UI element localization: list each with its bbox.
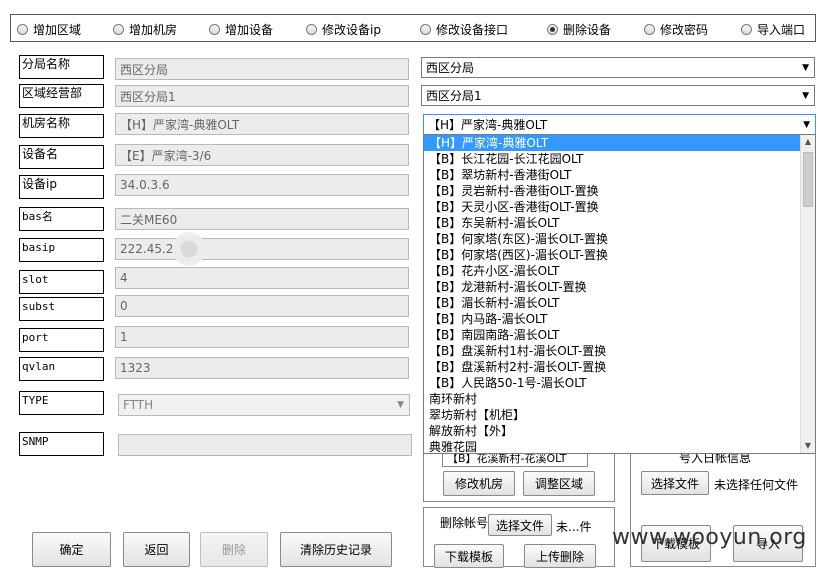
watermark-text: www.wooyun.org [612, 525, 807, 550]
dropdown-option[interactable]: 【B】天灵小区-香港街OLT-置换 [424, 199, 815, 215]
radio-add-device[interactable]: 增加设备 [209, 21, 273, 37]
dropdown-option[interactable]: 南环新村 [424, 391, 815, 407]
label-room: 机房名称 [19, 114, 104, 138]
dropdown-option[interactable]: 【B】内马路-湄长OLT [424, 311, 815, 327]
basip-field[interactable]: 222.45.2. [115, 238, 409, 260]
label-type: TYPE [19, 391, 104, 415]
type-select[interactable]: FTTH ▼ [118, 394, 410, 416]
scrollbar-thumb[interactable] [803, 152, 813, 207]
radio-edit-device-ip[interactable]: 修改设备ip [306, 21, 381, 37]
dropdown-option[interactable]: 【B】湄长新村-湄长OLT [424, 295, 815, 311]
download-template-button[interactable]: 下载模板 [434, 544, 504, 568]
scroll-up-arrow-icon[interactable]: ▲ [801, 135, 815, 149]
label-snmp: SNMP [19, 432, 104, 456]
operation-radio-bar: 增加区域 增加机房 增加设备 修改设备ip 修改设备接口 删除设备 修改密码 导… [10, 14, 816, 42]
slot-field[interactable]: 4 [115, 267, 409, 289]
radio-add-region[interactable]: 增加区域 [17, 21, 81, 37]
device-ip-field[interactable]: 34.0.3.6 [115, 174, 409, 196]
dropdown-option[interactable]: 【B】长江花园-长江花园OLT [424, 151, 815, 167]
radio-circle-icon[interactable] [306, 23, 317, 35]
back-button[interactable]: 返回 [123, 532, 190, 567]
radio-delete-device[interactable]: 删除设备 [547, 21, 611, 37]
radio-circle-icon[interactable] [420, 23, 431, 35]
adjust-region-button[interactable]: 调整区域 [523, 471, 595, 496]
label-subst: subst [19, 297, 104, 321]
label-basip: basip [19, 238, 104, 262]
region-field[interactable]: 西区分局1 [115, 85, 409, 107]
dropdown-option[interactable]: 【B】龙港新村-湄长OLT-置换 [424, 279, 815, 295]
dropdown-items: 【H】严家湾-典雅OLT 【B】长江花园-长江花园OLT 【B】翠坊新村-香港街OL… [424, 135, 815, 453]
radio-edit-device-interface[interactable]: 修改设备接口 [420, 21, 508, 37]
dropdown-option[interactable]: 【H】严家湾-典雅OLT [424, 135, 815, 151]
room-select[interactable]: 【H】严家湾-典雅OLT ▼ [423, 114, 816, 135]
port-field[interactable]: 1 [115, 326, 409, 348]
dropdown-option[interactable]: 【B】盘溪新村1村-湄长OLT-置换 [424, 343, 815, 359]
chevron-down-icon[interactable]: ▼ [803, 120, 810, 130]
room-dropdown-list[interactable]: 【H】严家湾-典雅OLT 【B】长江花园-长江花园OLT 【B】翠坊新村-香港街OL… [423, 134, 816, 454]
chevron-down-icon[interactable]: ▼ [802, 63, 809, 73]
branch-field[interactable]: 西区分局 [115, 58, 409, 80]
dropdown-scrollbar[interactable]: ▲ ▼ [800, 135, 815, 453]
label-device-ip: 设备ip [19, 175, 104, 199]
confirm-button[interactable]: 确定 [32, 532, 111, 567]
region-select[interactable]: 西区分局1 ▼ [421, 85, 815, 106]
label-region: 区域经营部 [19, 84, 104, 108]
loading-spinner-icon [172, 232, 206, 266]
dropdown-option[interactable]: 【B】花卉小区-湄长OLT [424, 263, 815, 279]
radio-circle-icon[interactable] [113, 23, 124, 35]
qvlan-field[interactable]: 1323 [115, 357, 409, 379]
dropdown-option[interactable]: 【B】灵岩新村-香港街OLT-置换 [424, 183, 815, 199]
label-slot: slot [19, 270, 104, 294]
delete-account-label: 删除帐号 [440, 516, 489, 530]
no-file-text: 未选择任何文件 [714, 478, 799, 492]
dropdown-option[interactable]: 【B】东吴新村-湄长OLT [424, 215, 815, 231]
label-port: port [19, 328, 104, 352]
dropdown-option[interactable]: 【B】盘溪新村2村-湄长OLT-置换 [424, 359, 815, 375]
dropdown-option[interactable]: 【B】何家塔(西区)-湄长OLT-置换 [424, 247, 815, 263]
choose-file-button-2[interactable]: 选择文件 [488, 514, 552, 536]
dropdown-option[interactable]: 典雅花园 [424, 439, 815, 453]
radio-selected-icon[interactable] [547, 23, 558, 35]
file-status-2: 未...件 [556, 520, 592, 534]
radio-import-port[interactable]: 导入端口 [741, 21, 805, 37]
dropdown-option[interactable]: 翠坊新村【机柜】 [424, 407, 815, 423]
radio-circle-icon[interactable] [17, 23, 28, 35]
radio-change-password[interactable]: 修改密码 [644, 21, 708, 37]
dropdown-option[interactable]: 【B】人民路50-1号-湄长OLT [424, 375, 815, 391]
dropdown-option[interactable]: 解放新村【外】 [424, 423, 815, 439]
radio-add-room[interactable]: 增加机房 [113, 21, 177, 37]
snmp-field[interactable] [118, 434, 412, 456]
scroll-down-arrow-icon[interactable]: ▼ [801, 439, 815, 453]
radio-circle-icon[interactable] [209, 23, 220, 35]
upload-delete-button[interactable]: 上传删除 [524, 544, 596, 568]
choose-file-button[interactable]: 选择文件 [641, 471, 709, 495]
edit-room-button[interactable]: 修改机房 [443, 471, 515, 496]
label-device: 设备名 [19, 145, 104, 169]
branch-select[interactable]: 西区分局 ▼ [421, 57, 815, 78]
chevron-down-icon[interactable]: ▼ [397, 400, 404, 410]
device-field[interactable]: 【E】严家湾-3/6 [115, 144, 409, 166]
delete-account-panel: 删除帐号 选择文件 未...件 下载模板 上传删除 [423, 507, 615, 568]
bas-name-field[interactable]: 二关ME60 [115, 208, 409, 230]
dropdown-option[interactable]: 【B】翠坊新村-香港街OLT [424, 167, 815, 183]
chevron-down-icon[interactable]: ▼ [802, 91, 809, 101]
room-field[interactable]: 【H】严家湾-典雅OLT [115, 113, 409, 135]
dropdown-option[interactable]: 【B】何家塔(东区)-湄长OLT-置换 [424, 231, 815, 247]
radio-circle-icon[interactable] [741, 23, 752, 35]
radio-circle-icon[interactable] [644, 23, 655, 35]
delete-button[interactable]: 删除 [200, 532, 268, 567]
label-qvlan: qvlan [19, 357, 104, 381]
label-bas-name: bas名 [19, 207, 104, 231]
subst-field[interactable]: 0 [115, 295, 409, 317]
label-branch: 分局名称 [19, 55, 104, 79]
clear-history-button[interactable]: 清除历史记录 [280, 532, 392, 567]
dropdown-option[interactable]: 【B】南园南路-湄长OLT [424, 327, 815, 343]
